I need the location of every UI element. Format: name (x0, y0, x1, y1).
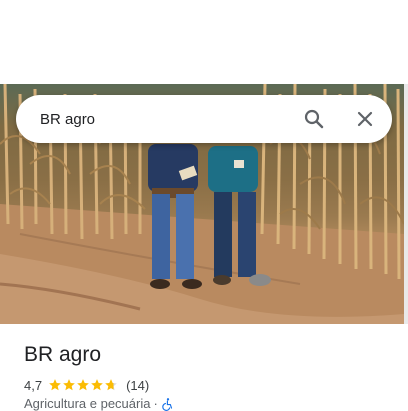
separator-dot: · (153, 396, 158, 411)
scrollbar-track[interactable] (404, 84, 408, 324)
half-star-icon (105, 379, 117, 391)
wheelchair-icon (162, 397, 172, 411)
rating-value: 4,7 (24, 377, 43, 393)
search-bar[interactable] (16, 95, 392, 143)
rating-row[interactable]: 4,7 (14) (24, 376, 149, 394)
search-icon[interactable] (302, 107, 326, 131)
star-icon (63, 379, 75, 391)
map-area-blank (0, 0, 408, 84)
rating-stars (48, 378, 118, 392)
search-input[interactable] (40, 108, 280, 130)
place-title: BR agro (24, 343, 102, 366)
category-row: Agricultura e pecuária · (24, 396, 175, 411)
close-icon[interactable] (353, 107, 377, 131)
star-icon (77, 379, 89, 391)
star-icon (91, 379, 103, 391)
place-category[interactable]: Agricultura e pecuária (24, 396, 150, 411)
star-icon (49, 379, 61, 391)
review-count[interactable]: (14) (126, 378, 149, 393)
